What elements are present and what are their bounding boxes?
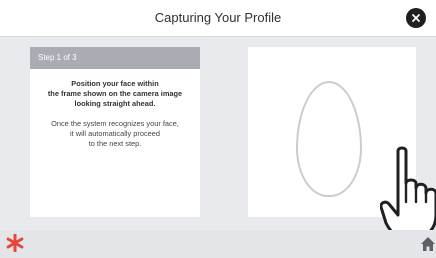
- footer-bar: [0, 230, 436, 258]
- asterisk-icon[interactable]: [6, 234, 24, 252]
- pointing-hand-icon: [380, 146, 436, 239]
- instr-line-3: looking straight ahead.: [74, 99, 156, 108]
- instr-line-6: to the next step.: [88, 139, 142, 148]
- close-button[interactable]: [406, 8, 426, 28]
- instructions-secondary: Once the system recognizes your face, it…: [40, 119, 190, 149]
- instr-line-1: Position your face within: [71, 79, 159, 88]
- title-bar: Capturing Your Profile: [0, 0, 436, 37]
- device-screen: Capturing Your Profile Step 1 of 3 Posit…: [0, 0, 436, 258]
- instr-line-4: Once the system recognizes your face,: [51, 119, 179, 128]
- step-indicator: Step 1 of 3: [30, 47, 200, 69]
- instr-line-5: it will automatically proceed: [70, 129, 160, 138]
- page-title: Capturing Your Profile: [154, 10, 282, 25]
- instr-line-2: the frame shown on the camera image: [47, 89, 183, 98]
- face-frame-oval: [296, 81, 362, 197]
- home-icon[interactable]: [420, 236, 436, 252]
- instructions-panel: Step 1 of 3 Position your face within th…: [30, 47, 200, 217]
- main-content: Step 1 of 3 Position your face within th…: [0, 37, 436, 239]
- close-icon: [412, 14, 420, 22]
- instructions-primary: Position your face within the frame show…: [40, 79, 190, 109]
